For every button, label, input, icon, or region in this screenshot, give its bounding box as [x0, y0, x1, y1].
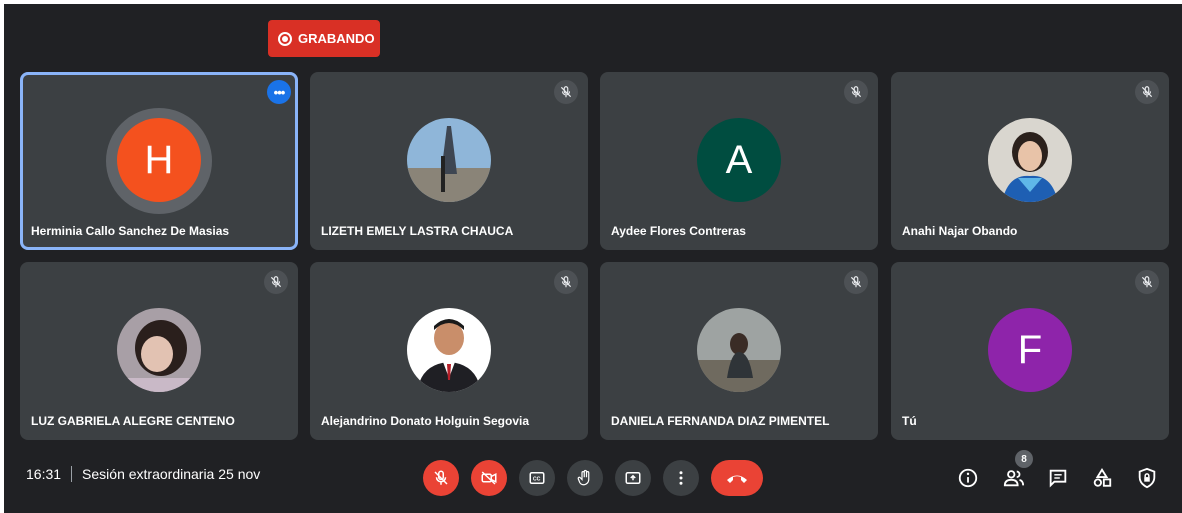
hang-up-button[interactable] [711, 460, 763, 496]
chat-button[interactable] [1046, 466, 1070, 490]
mic-off-icon [264, 270, 288, 294]
present-screen-button[interactable] [615, 460, 651, 496]
participant-name: LUZ GABRIELA ALEGRE CENTENO [31, 414, 235, 428]
participant-tile[interactable]: A Aydee Flores Contreras [600, 72, 878, 250]
participant-tile[interactable]: F Tú [891, 262, 1169, 440]
captions-button[interactable]: CC [519, 460, 555, 496]
raise-hand-button[interactable] [567, 460, 603, 496]
hang-up-icon [727, 475, 747, 483]
participant-name: Herminia Callo Sanchez De Masias [31, 224, 230, 238]
recording-indicator: GRABANDO [268, 20, 380, 57]
present-screen-icon [625, 472, 641, 484]
raise-hand-icon [577, 469, 590, 486]
record-icon [278, 31, 292, 46]
participant-tile[interactable]: H ••• Herminia Callo Sanchez De Masias [20, 72, 298, 250]
participant-name: Tú [902, 414, 917, 428]
svg-text:CC: CC [533, 477, 541, 483]
activities-button[interactable] [1090, 466, 1114, 490]
mic-off-icon [1135, 270, 1159, 294]
captions-icon: CC [529, 472, 545, 484]
participant-tile[interactable]: DANIELA FERNANDA DIAZ PIMENTEL [600, 262, 878, 440]
meeting-title: Sesión extraordinaria 25 nov [82, 466, 261, 482]
divider [71, 466, 73, 482]
participant-name: DANIELA FERNANDA DIAZ PIMENTEL [611, 414, 830, 428]
avatar-photo-woman-landscape [697, 308, 781, 392]
avatar: A [697, 118, 781, 202]
people-icon [1003, 470, 1025, 487]
mic-toggle-button[interactable] [423, 460, 459, 496]
avatar-photo-man-suit [407, 308, 491, 392]
participant-name: Aydee Flores Contreras [611, 224, 746, 238]
mic-off-icon [554, 80, 578, 104]
participants-button[interactable] [1002, 466, 1026, 490]
camera-toggle-button[interactable] [471, 460, 507, 496]
more-options-icon[interactable]: ••• [267, 80, 291, 104]
avatar-photo-girl-selfie [117, 308, 201, 392]
more-options-icon [679, 471, 683, 485]
participant-tile[interactable]: LIZETH EMELY LASTRA CHAUCA [310, 72, 588, 250]
host-controls-button[interactable] [1135, 466, 1159, 490]
avatar: F [988, 308, 1072, 392]
avatar-photo-eiffel-tower [407, 118, 491, 202]
meeting-time: 16:31 [26, 466, 62, 482]
recording-label: GRABANDO [298, 31, 375, 46]
avatar-photo-woman-blue-scarf [988, 118, 1072, 202]
participant-name: Anahi Najar Obando [902, 224, 1018, 238]
avatar: H [117, 118, 201, 202]
activities-icon [1093, 468, 1112, 487]
info-button[interactable] [956, 466, 980, 490]
meet-window: GRABANDO H ••• Herminia Callo Sanchez De… [4, 4, 1182, 513]
participant-tile[interactable]: Alejandrino Donato Holguin Segovia [310, 262, 588, 440]
mic-off-icon [844, 80, 868, 104]
mic-off-icon [1135, 80, 1159, 104]
participant-tile[interactable]: LUZ GABRIELA ALEGRE CENTENO [20, 262, 298, 440]
meeting-info: 16:31 Sesión extraordinaria 25 nov [26, 466, 260, 482]
participant-name: LIZETH EMELY LASTRA CHAUCA [321, 224, 514, 238]
more-options-button[interactable] [663, 460, 699, 496]
camera-off-icon [481, 471, 497, 485]
host-controls-icon [1138, 467, 1156, 489]
info-icon [958, 468, 978, 488]
participant-name: Alejandrino Donato Holguin Segovia [321, 414, 530, 428]
mic-off-icon [434, 470, 448, 485]
participants-count-badge: 8 [1015, 450, 1033, 468]
participant-tile[interactable]: Anahi Najar Obando [891, 72, 1169, 250]
mic-off-icon [554, 270, 578, 294]
chat-icon [1049, 469, 1067, 488]
mic-off-icon [844, 270, 868, 294]
